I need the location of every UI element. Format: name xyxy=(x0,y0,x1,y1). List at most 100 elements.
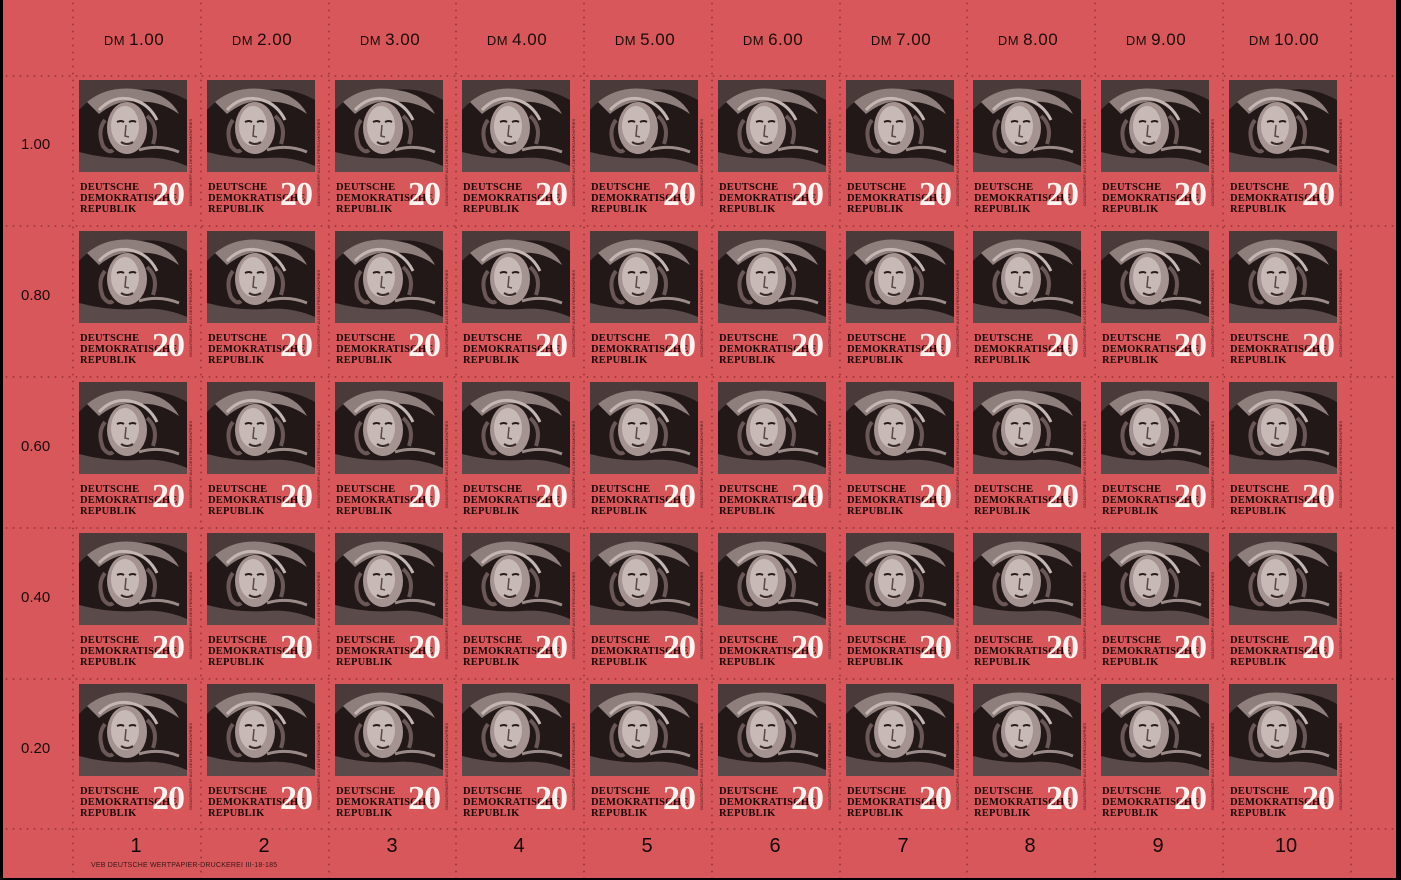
face-value: 20 xyxy=(408,478,441,515)
stamp: GIGANTENKOPF AUS DEM PERGAMONFRIES DEUTSC… xyxy=(1098,682,1215,819)
currency-label: DM xyxy=(103,33,126,48)
face-value: 20 xyxy=(1046,176,1079,213)
stamp-side-caption: GIGANTENKOPF AUS DEM PERGAMONFRIES xyxy=(188,269,193,357)
stamp-side-caption: GIGANTENKOPF AUS DEM PERGAMONFRIES xyxy=(571,269,576,357)
sculpture-head-image xyxy=(718,382,826,474)
perforation-row xyxy=(3,828,1396,830)
stamp-side-caption: GIGANTENKOPF AUS DEM PERGAMONFRIES xyxy=(316,722,321,810)
stamp: GIGANTENKOPF AUS DEM PERGAMONFRIES DEUTSC… xyxy=(715,78,832,215)
amount-label: 1.00 xyxy=(129,30,165,49)
face-value: 20 xyxy=(152,629,185,666)
face-value: 20 xyxy=(1046,478,1079,515)
face-value: 20 xyxy=(535,780,568,817)
sculpture-head-image xyxy=(973,382,1081,474)
stamp: GIGANTENKOPF AUS DEM PERGAMONFRIES DEUTSC… xyxy=(204,78,321,215)
currency-label: DM xyxy=(1248,33,1271,48)
stamp-side-caption: GIGANTENKOPF AUS DEM PERGAMONFRIES xyxy=(571,420,576,508)
face-value: 20 xyxy=(280,327,313,364)
face-value: 20 xyxy=(1302,780,1335,817)
perforation-column xyxy=(72,0,74,878)
sculpture-head-image xyxy=(973,684,1081,776)
stamp: GIGANTENKOPF AUS DEM PERGAMONFRIES DEUTSC… xyxy=(587,380,704,517)
sculpture-head-image xyxy=(1101,80,1209,172)
sculpture-head-image xyxy=(1101,231,1209,323)
stamp-side-caption: GIGANTENKOPF AUS DEM PERGAMONFRIES xyxy=(188,571,193,659)
stamp-side-caption: GIGANTENKOPF AUS DEM PERGAMONFRIES xyxy=(699,420,704,508)
currency-label: DM xyxy=(486,33,509,48)
stamp: GIGANTENKOPF AUS DEM PERGAMONFRIES DEUTSC… xyxy=(1226,78,1343,215)
face-value: 20 xyxy=(663,327,696,364)
perforation-row xyxy=(3,527,1396,529)
sculpture-head-image xyxy=(590,533,698,625)
column-number: 4 xyxy=(513,835,525,857)
stamp-side-caption: GIGANTENKOPF AUS DEM PERGAMONFRIES xyxy=(955,571,960,659)
stamp-side-caption: GIGANTENKOPF AUS DEM PERGAMONFRIES xyxy=(699,118,704,206)
stamp: GIGANTENKOPF AUS DEM PERGAMONFRIES DEUTSC… xyxy=(1098,380,1215,517)
stamp-side-caption: GIGANTENKOPF AUS DEM PERGAMONFRIES xyxy=(1338,722,1343,810)
stamp-side-caption: GIGANTENKOPF AUS DEM PERGAMONFRIES xyxy=(444,722,449,810)
stamp: GIGANTENKOPF AUS DEM PERGAMONFRIES DEUTSC… xyxy=(1098,78,1215,215)
face-value: 20 xyxy=(152,176,185,213)
stamp: GIGANTENKOPF AUS DEM PERGAMONFRIES DEUTSC… xyxy=(970,682,1087,819)
stamp: GIGANTENKOPF AUS DEM PERGAMONFRIES DEUTSC… xyxy=(843,531,960,668)
stamp-side-caption: GIGANTENKOPF AUS DEM PERGAMONFRIES xyxy=(1082,571,1087,659)
stamp-side-caption: GIGANTENKOPF AUS DEM PERGAMONFRIES xyxy=(955,722,960,810)
perforation-column xyxy=(1222,0,1224,878)
printer-imprint: VEB DEUTSCHE WERTPAPIER-DRUCKEREI III-18… xyxy=(91,862,278,869)
stamp-side-caption: GIGANTENKOPF AUS DEM PERGAMONFRIES xyxy=(444,571,449,659)
sculpture-head-image xyxy=(462,382,570,474)
stamp: GIGANTENKOPF AUS DEM PERGAMONFRIES DEUTSC… xyxy=(332,682,449,819)
face-value: 20 xyxy=(1302,176,1335,213)
sculpture-head-image xyxy=(79,684,187,776)
face-value: 20 xyxy=(1174,780,1207,817)
row-value-label: 1.00 xyxy=(21,136,51,153)
face-value: 20 xyxy=(919,327,952,364)
stamp-side-caption: GIGANTENKOPF AUS DEM PERGAMONFRIES xyxy=(1338,269,1343,357)
face-value: 20 xyxy=(791,478,824,515)
row-value-label: 0.80 xyxy=(21,287,51,304)
perforation-row xyxy=(3,225,1396,227)
sculpture-head-image xyxy=(207,382,315,474)
column-value-label: DM 3.00 xyxy=(330,30,450,50)
sculpture-head-image xyxy=(462,231,570,323)
stamp-sheet: DM 1.00 DM 2.00 DM 3.00 DM 4.00 DM 5.00 DM 6.00 DM 7.… xyxy=(3,0,1396,878)
sculpture-head-image xyxy=(973,80,1081,172)
sculpture-head-image xyxy=(335,80,443,172)
sculpture-head-image xyxy=(335,231,443,323)
column-value-label: DM 9.00 xyxy=(1096,30,1216,50)
amount-label: 7.00 xyxy=(896,30,932,49)
face-value: 20 xyxy=(152,327,185,364)
stamp-side-caption: GIGANTENKOPF AUS DEM PERGAMONFRIES xyxy=(955,118,960,206)
stamp: GIGANTENKOPF AUS DEM PERGAMONFRIES DEUTSC… xyxy=(204,531,321,668)
sculpture-head-image xyxy=(718,80,826,172)
sculpture-head-image xyxy=(718,231,826,323)
stamp: GIGANTENKOPF AUS DEM PERGAMONFRIES DEUTSC… xyxy=(1098,229,1215,366)
sculpture-head-image xyxy=(718,684,826,776)
currency-label: DM xyxy=(614,33,637,48)
sculpture-head-image xyxy=(79,533,187,625)
currency-label: DM xyxy=(870,33,893,48)
stamp: GIGANTENKOPF AUS DEM PERGAMONFRIES DEUTSC… xyxy=(204,682,321,819)
face-value: 20 xyxy=(152,478,185,515)
column-value-label: DM 4.00 xyxy=(457,30,577,50)
stamp-side-caption: GIGANTENKOPF AUS DEM PERGAMONFRIES xyxy=(188,722,193,810)
stamp: GIGANTENKOPF AUS DEM PERGAMONFRIES DEUTSC… xyxy=(332,229,449,366)
column-number: 1 xyxy=(130,835,142,857)
stamp-side-caption: GIGANTENKOPF AUS DEM PERGAMONFRIES xyxy=(827,722,832,810)
stamp: GIGANTENKOPF AUS DEM PERGAMONFRIES DEUTSC… xyxy=(76,78,193,215)
stamp: GIGANTENKOPF AUS DEM PERGAMONFRIES DEUTSC… xyxy=(459,229,576,366)
amount-label: 3.00 xyxy=(385,30,421,49)
column-value-label: DM 10.00 xyxy=(1224,30,1344,50)
amount-label: 10.00 xyxy=(1274,30,1320,49)
face-value: 20 xyxy=(1302,629,1335,666)
stamp-side-caption: GIGANTENKOPF AUS DEM PERGAMONFRIES xyxy=(1210,420,1215,508)
column-number: 10 xyxy=(1274,835,1298,857)
face-value: 20 xyxy=(791,780,824,817)
stamp-side-caption: GIGANTENKOPF AUS DEM PERGAMONFRIES xyxy=(1210,269,1215,357)
sculpture-head-image xyxy=(1101,382,1209,474)
stamp: GIGANTENKOPF AUS DEM PERGAMONFRIES DEUTSC… xyxy=(76,229,193,366)
face-value: 20 xyxy=(152,780,185,817)
column-value-label: DM 5.00 xyxy=(585,30,705,50)
stamp: GIGANTENKOPF AUS DEM PERGAMONFRIES DEUTSC… xyxy=(1226,682,1343,819)
sculpture-head-image xyxy=(590,382,698,474)
